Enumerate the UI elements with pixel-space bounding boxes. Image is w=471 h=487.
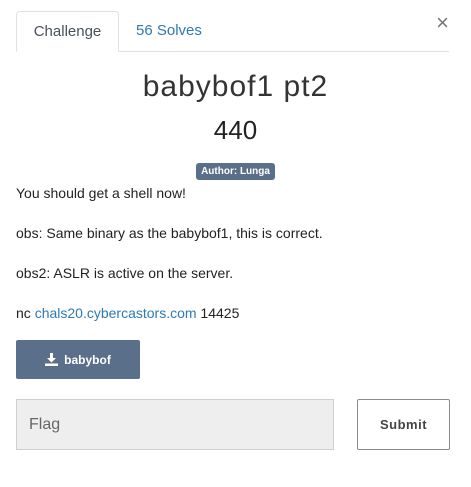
description-line-2: obs: Same binary as the babybof1, this i… xyxy=(16,225,323,241)
submit-button[interactable]: Submit xyxy=(357,399,450,450)
tab-bar: Challenge 56 Solves xyxy=(16,11,449,52)
author-badge: Author: Lunga xyxy=(196,163,275,180)
challenge-modal: × Challenge 56 Solves babybof1 pt2 440 A… xyxy=(0,0,471,487)
author-badge-wrap: Author: Lunga xyxy=(0,161,471,180)
description-nc-line: nc chals20.cybercastors.com 14425 xyxy=(16,304,446,322)
nc-prefix: nc xyxy=(16,305,31,321)
tab-challenge[interactable]: Challenge xyxy=(16,11,119,52)
challenge-title: babybof1 pt2 xyxy=(142,70,329,103)
challenge-points: 440 xyxy=(213,115,258,145)
download-button-label: babybof xyxy=(64,352,111,367)
flag-input[interactable] xyxy=(16,399,334,450)
download-babybof-button[interactable]: babybof xyxy=(16,340,140,379)
download-icon xyxy=(45,353,59,366)
description-line-3: obs2: ASLR is active on the server. xyxy=(16,265,234,281)
nc-port: 14425 xyxy=(200,305,240,321)
description-line-1: You should get a shell now! xyxy=(16,185,186,201)
nc-host-link[interactable]: chals20.cybercastors.com xyxy=(35,305,197,321)
tab-solves[interactable]: 56 Solves xyxy=(120,11,218,51)
